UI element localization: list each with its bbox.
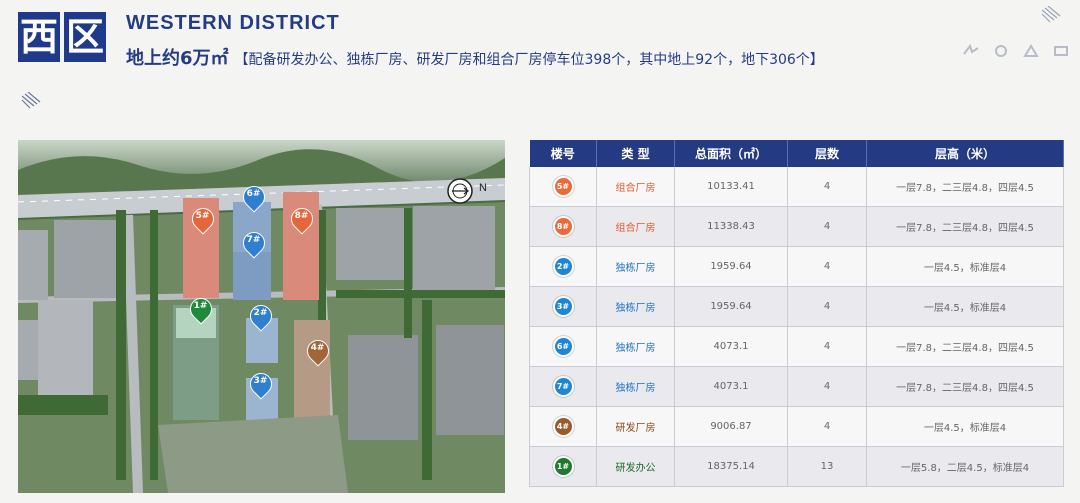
marker-label: 5# (195, 211, 210, 221)
brand-mark-icon (1054, 46, 1068, 56)
cell-floor-height: 一层7.8，二三层4.8，四层4.5 (866, 167, 1064, 207)
cell-floors: 4 (787, 246, 867, 287)
cell-building-no: 6# (529, 326, 597, 367)
cell-type: 研发办公 (596, 446, 675, 487)
cell-type: 组合厂房 (596, 167, 675, 207)
brand-icons (962, 44, 1070, 58)
cell-floor-height: 一层4.5，标准层4 (866, 286, 1064, 327)
header-floor-height: 层高（米） (866, 140, 1064, 167)
building-badge: 4# (554, 418, 572, 435)
cell-total-area: 4073.1 (674, 366, 788, 407)
header-type: 类 型 (596, 140, 675, 167)
cell-total-area: 1959.64 (674, 286, 788, 327)
subtitle-detail: 【配备研发办公、独栋厂房、研发厂房和组合厂房停车位398个，其中地上92个，地下… (234, 52, 824, 68)
cell-building-no: 5# (529, 167, 597, 207)
corner-stripes-icon (21, 92, 41, 109)
cell-type: 独栋厂房 (596, 286, 675, 327)
marker-label: 3# (253, 376, 268, 386)
cell-type: 组合厂房 (596, 206, 675, 247)
cell-building-no: 4# (529, 406, 597, 447)
table-row: 5# 组合厂房 10133.41 4 一层7.8，二三层4.8，四层4.5 (529, 167, 1064, 207)
subtitle-area: 地上约6万㎡ (126, 48, 229, 69)
building-spec-table: 楼号 类 型 总面积（㎡） 层数 层高（米） 5# 组合厂房 10133.41 4 一层… (529, 140, 1064, 487)
cell-building-no: 8# (529, 206, 597, 247)
table-row: 2# 独栋厂房 1959.64 4 一层4.5，标准层4 (529, 246, 1064, 287)
cell-total-area: 9006.87 (674, 406, 788, 447)
building-badge: 8# (554, 218, 572, 235)
brand-mark-icon (1023, 44, 1039, 57)
cell-building-no: 1# (529, 446, 597, 487)
building-marker-5[interactable]: 5# (187, 203, 219, 236)
building-marker-4[interactable]: 4# (302, 335, 334, 368)
building-marker-2[interactable]: 2# (245, 300, 277, 333)
marker-label: 6# (246, 189, 261, 199)
cell-total-area: 10133.41 (674, 167, 788, 207)
subtitle: 地上约6万㎡ 【配备研发办公、独栋厂房、研发厂房和组合厂房停车位398个，其中地上… (126, 44, 824, 70)
cell-total-area: 1959.64 (674, 246, 788, 287)
cell-total-area: 11338.43 (674, 206, 788, 247)
table-row: 4# 研发厂房 9006.87 4 一层4.5，标准层4 (529, 406, 1064, 447)
cell-floors: 4 (787, 206, 867, 247)
cell-floor-height: 一层7.8，二三层4.8，四层4.5 (866, 366, 1064, 407)
cell-type: 研发厂房 (596, 406, 675, 447)
logo-char-district: 区 (64, 12, 106, 62)
building-badge: 1# (554, 458, 572, 475)
marker-label: 1# (193, 301, 208, 311)
cell-floor-height: 一层7.8，二三层4.8，四层4.5 (866, 206, 1064, 247)
table-row: 6# 独栋厂房 4073.1 4 一层7.8，二三层4.8，四层4.5 (529, 326, 1064, 367)
cell-floor-height: 一层4.5，标准层4 (866, 246, 1064, 287)
cell-total-area: 18375.14 (674, 446, 788, 487)
building-marker-3[interactable]: 3# (245, 368, 277, 401)
logo-char-west: 西 (18, 12, 60, 62)
compass-icon (447, 178, 473, 204)
header-floors: 层数 (787, 140, 867, 167)
cell-floors: 4 (787, 326, 867, 367)
marker-label: 4# (310, 343, 325, 353)
page-title: WESTERN DISTRICT (126, 12, 340, 34)
brand-mark-icon (963, 44, 979, 55)
building-badge: 5# (554, 178, 572, 195)
compass-north-label: N (479, 182, 487, 194)
building-marker-7[interactable]: 7# (238, 227, 270, 260)
marker-label: 2# (253, 308, 268, 318)
cell-floor-height: 一层7.8，二三层4.8，四层4.5 (866, 326, 1064, 367)
table-row: 1# 研发办公 18375.14 13 一层5.8，二层4.5，标准层4 (529, 446, 1064, 487)
marker-label: 7# (246, 235, 261, 245)
building-marker-6[interactable]: 6# (238, 181, 270, 214)
building-badge: 3# (554, 298, 572, 315)
cell-building-no: 7# (529, 366, 597, 407)
cell-total-area: 4073.1 (674, 326, 788, 367)
cell-floors: 4 (787, 286, 867, 327)
table-row: 8# 组合厂房 11338.43 4 一层7.8，二三层4.8，四层4.5 (529, 206, 1064, 247)
cell-floors: 4 (787, 366, 867, 407)
building-badge: 2# (554, 258, 572, 275)
building-marker-8[interactable]: 8# (286, 203, 318, 236)
building-marker-1[interactable]: 1# (185, 293, 217, 326)
table-row: 7# 独栋厂房 4073.1 4 一层7.8，二三层4.8，四层4.5 (529, 366, 1064, 407)
corner-stripes-icon (1041, 6, 1061, 23)
cell-floors: 13 (787, 446, 867, 487)
table-header-row: 楼号 类 型 总面积（㎡） 层数 层高（米） (529, 140, 1064, 167)
aerial-site-map: 5# 6# 8# 7# 1# 2# 4# 3# N (18, 140, 505, 493)
cell-type: 独栋厂房 (596, 246, 675, 287)
brand-mark-icon (995, 45, 1007, 57)
cell-building-no: 3# (529, 286, 597, 327)
cell-floor-height: 一层5.8，二层4.5，标准层4 (866, 446, 1064, 487)
district-logo: 西 区 (18, 12, 106, 62)
cell-type: 独栋厂房 (596, 326, 675, 367)
cell-floor-height: 一层4.5，标准层4 (866, 406, 1064, 447)
cell-type: 独栋厂房 (596, 366, 675, 407)
building-badge: 7# (554, 378, 572, 395)
marker-label: 8# (294, 211, 309, 221)
cell-floors: 4 (787, 167, 867, 207)
header-building-no: 楼号 (529, 140, 597, 167)
header-total-area: 总面积（㎡） (674, 140, 788, 167)
cell-building-no: 2# (529, 246, 597, 287)
table-row: 3# 独栋厂房 1959.64 4 一层4.5，标准层4 (529, 286, 1064, 327)
cell-floors: 4 (787, 406, 867, 447)
building-badge: 6# (554, 338, 572, 355)
